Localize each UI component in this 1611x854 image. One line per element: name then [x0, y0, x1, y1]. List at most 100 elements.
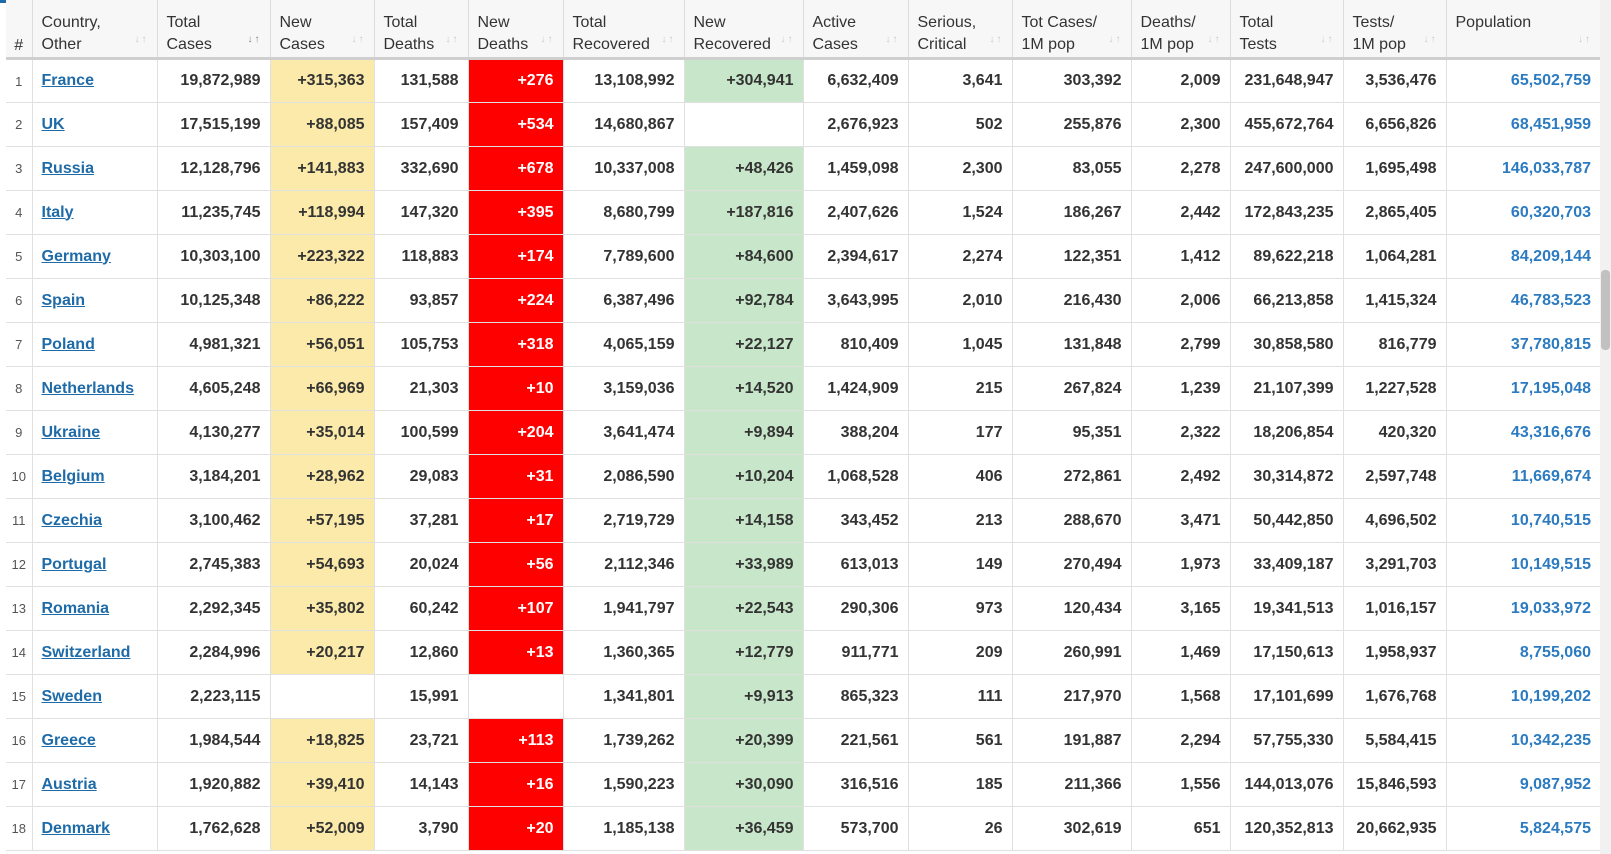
sort-icon[interactable]: ↓ ↑	[1321, 30, 1335, 48]
country-link[interactable]: Denmark	[42, 820, 110, 837]
cell-active-cases: 2,394,617	[802, 234, 908, 279]
country-link[interactable]: Belgium	[42, 468, 105, 485]
column-header-tests-1m[interactable]: Tests/1M pop ↓ ↑	[1342, 0, 1446, 60]
cell-total-tests: 66,213,858	[1229, 278, 1343, 323]
sort-icon[interactable]: ↓ ↑	[248, 30, 262, 48]
cell-deaths-1m: 2,300	[1130, 102, 1230, 147]
cell-deaths-1m: 2,799	[1130, 322, 1230, 367]
cell-population: 84,209,144	[1445, 234, 1600, 279]
column-header-total-deaths[interactable]: Total Deaths ↓ ↑	[373, 0, 468, 60]
column-header-deaths-1m[interactable]: Deaths/1M pop ↓ ↑	[1130, 0, 1230, 60]
country-link[interactable]: Sweden	[42, 688, 102, 705]
sort-icon[interactable]: ↓ ↑	[990, 30, 1004, 48]
country-link[interactable]: Romania	[42, 600, 110, 617]
cell-active-cases: 343,452	[802, 498, 908, 543]
cell-new-cases: +35,802	[269, 586, 374, 631]
sort-icon[interactable]: ↓ ↑	[1208, 30, 1222, 48]
cell-deaths-1m: 2,009	[1130, 58, 1230, 103]
column-header-label: Recovered	[693, 36, 771, 53]
column-header-serious[interactable]: Serious, Critical ↓ ↑	[907, 0, 1012, 60]
country-link[interactable]: Ukraine	[42, 424, 101, 441]
column-header-total-tests[interactable]: Total Tests ↓ ↑	[1229, 0, 1343, 60]
country-link[interactable]: Netherlands	[42, 380, 134, 397]
cell-country: Belgium	[31, 454, 157, 499]
sort-icon[interactable]: ↓ ↑	[541, 30, 555, 48]
column-header-label: Country,	[41, 14, 101, 31]
cell-new-deaths: +16	[467, 762, 563, 807]
cell-new-cases: +88,085	[269, 102, 374, 147]
sort-icon[interactable]: ↓ ↑	[352, 30, 366, 48]
cell-tot-cases-1m: 131,848	[1011, 322, 1131, 367]
cell-deaths-1m: 1,556	[1130, 762, 1230, 807]
country-link[interactable]: Poland	[42, 336, 95, 353]
country-link[interactable]: Austria	[42, 776, 97, 793]
scrollbar-thumb[interactable]	[1601, 270, 1610, 350]
cell-population: 10,740,515	[1445, 498, 1600, 543]
sort-icon[interactable]: ↓ ↑	[886, 30, 900, 48]
column-header-tot-cases-1m[interactable]: Tot Cases/1M pop ↓ ↑	[1011, 0, 1131, 60]
cell-new-deaths: +20	[467, 806, 563, 851]
table-row: 6 Spain 10,125,348 +86,222 93,857 +224 6,387,4…	[6, 278, 1600, 323]
cell-tot-cases-1m: 260,991	[1011, 630, 1131, 675]
cell-new-cases: +18,825	[269, 718, 374, 763]
cell-active-cases: 2,407,626	[802, 190, 908, 235]
column-header-label: New	[693, 14, 726, 31]
cell-active-cases: 865,323	[802, 674, 908, 719]
country-link[interactable]: Switzerland	[42, 644, 131, 661]
sort-icon[interactable]: ↓ ↑	[1578, 30, 1592, 48]
cell-tot-cases-1m: 122,351	[1011, 234, 1131, 279]
column-header-label: Cases	[166, 36, 212, 53]
sort-icon[interactable]: ↓ ↑	[446, 30, 460, 48]
cell-total-tests: 172,843,235	[1229, 190, 1343, 235]
cell-country: Spain	[31, 278, 157, 323]
country-link[interactable]: Portugal	[42, 556, 107, 573]
vertical-scrollbar[interactable]	[1600, 0, 1611, 854]
column-header-population[interactable]: Population ↓ ↑	[1445, 0, 1600, 60]
cell-new-recovered: +22,543	[683, 586, 803, 631]
column-header-new-deaths[interactable]: New Deaths ↓ ↑	[467, 0, 563, 60]
cell-total-recovered: 14,680,867	[562, 102, 684, 147]
cell-total-tests: 231,648,947	[1229, 58, 1343, 103]
cell-population: 46,783,523	[1445, 278, 1600, 323]
cell-active-cases: 3,643,995	[802, 278, 908, 323]
column-header-country[interactable]: Country, Other ↓ ↑	[31, 0, 157, 60]
country-link[interactable]: Italy	[42, 204, 74, 221]
cell-new-recovered: +14,520	[683, 366, 803, 411]
column-header-total-recovered[interactable]: Total Recovered ↓ ↑	[562, 0, 684, 60]
cell-serious: 177	[907, 410, 1012, 455]
cell-total-cases: 3,184,201	[156, 454, 270, 499]
sort-icon[interactable]: ↓ ↑	[1424, 30, 1438, 48]
cell-serious: 2,010	[907, 278, 1012, 323]
country-link[interactable]: Russia	[42, 160, 94, 177]
cell-new-cases: +57,195	[269, 498, 374, 543]
sort-icon[interactable]: ↓ ↑	[135, 30, 149, 48]
cell-total-recovered: 2,086,590	[562, 454, 684, 499]
column-header-new-cases[interactable]: New Cases ↓ ↑	[269, 0, 374, 60]
cell-total-cases: 4,605,248	[156, 366, 270, 411]
cell-tests-1m: 1,676,768	[1342, 674, 1446, 719]
cell-tot-cases-1m: 211,366	[1011, 762, 1131, 807]
column-header-idx[interactable]: #	[6, 0, 32, 60]
cell-total-tests: 17,101,699	[1229, 674, 1343, 719]
cell-new-cases: +141,883	[269, 146, 374, 191]
country-link[interactable]: UK	[42, 116, 65, 133]
cell-new-recovered: +304,941	[683, 58, 803, 103]
cell-population: 60,320,703	[1445, 190, 1600, 235]
country-link[interactable]: Greece	[42, 732, 96, 749]
sort-icon[interactable]: ↓ ↑	[781, 30, 795, 48]
cell-idx: 4	[6, 190, 32, 235]
table-row: 16 Greece 1,984,544 +18,825 23,721 +113 1,739,…	[6, 718, 1600, 763]
column-header-active-cases[interactable]: Active Cases ↓ ↑	[802, 0, 908, 60]
country-link[interactable]: France	[42, 72, 94, 89]
column-header-total-cases[interactable]: Total Cases ↓ ↑	[156, 0, 270, 60]
cell-active-cases: 316,516	[802, 762, 908, 807]
country-link[interactable]: Spain	[42, 292, 86, 309]
country-link[interactable]: Czechia	[42, 512, 102, 529]
column-header-new-recovered[interactable]: New Recovered ↓ ↑	[683, 0, 803, 60]
sort-icon[interactable]: ↓ ↑	[1109, 30, 1123, 48]
country-link[interactable]: Germany	[42, 248, 111, 265]
cell-serious: 973	[907, 586, 1012, 631]
cell-idx: 8	[6, 366, 32, 411]
cell-tests-1m: 420,320	[1342, 410, 1446, 455]
sort-icon[interactable]: ↓ ↑	[662, 30, 676, 48]
